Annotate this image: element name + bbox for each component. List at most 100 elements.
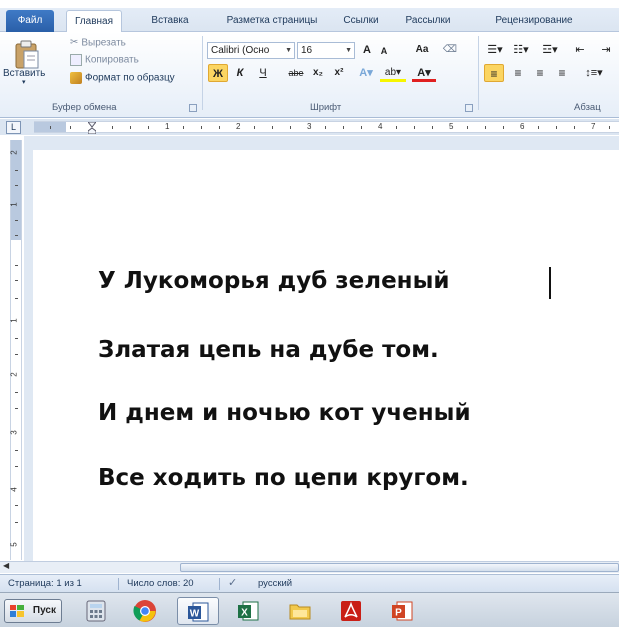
tab-stop-selector[interactable]: L xyxy=(6,121,21,134)
increase-indent-icon[interactable]: ⇥ xyxy=(596,41,616,59)
underline-button[interactable]: Ч xyxy=(255,64,271,82)
document-line[interactable]: Златая цепь на дубе том. xyxy=(98,337,439,363)
word-icon[interactable]: W xyxy=(177,597,219,625)
word-count[interactable]: Число слов: 20 xyxy=(127,578,194,589)
group-divider xyxy=(202,36,203,110)
language-indicator[interactable]: русский xyxy=(258,578,292,589)
vruler-tick xyxy=(15,522,18,523)
numbering-icon[interactable]: ☷▾ xyxy=(510,41,532,59)
ruler-tick xyxy=(201,126,202,129)
document-line[interactable]: Все ходить по цепи кругом. xyxy=(98,465,469,491)
font-name-select[interactable]: Calibri (Осно ▼ xyxy=(207,42,295,59)
vruler-number: 4 xyxy=(9,487,19,492)
vruler-number: 2 xyxy=(9,372,19,377)
strikethrough-button[interactable]: abe xyxy=(285,64,307,82)
ruler-number: 4 xyxy=(378,122,383,131)
document-line[interactable]: И днем и ночью кот ученый xyxy=(98,400,471,426)
group-divider xyxy=(478,36,479,110)
excel-icon[interactable]: X xyxy=(228,597,270,625)
vertical-ruler[interactable]: 2 1 1 2 3 4 5 xyxy=(10,140,22,560)
align-left-icon[interactable]: ≡ xyxy=(484,64,504,82)
chevron-down-icon: ▼ xyxy=(345,47,352,54)
chrome-icon[interactable] xyxy=(125,597,167,625)
superscript-button[interactable]: x² xyxy=(330,64,348,82)
vruler-tick xyxy=(15,338,18,339)
ruler-number: 1 xyxy=(165,122,170,131)
bullets-icon[interactable]: ☰▾ xyxy=(484,41,506,59)
page-count[interactable]: Страница: 1 из 1 xyxy=(8,578,82,589)
ruler-tick xyxy=(396,126,397,129)
pdf-reader-icon[interactable] xyxy=(331,597,373,625)
paste-icon[interactable] xyxy=(14,40,40,70)
status-bar: Страница: 1 из 1 Число слов: 20 ✓ русски… xyxy=(0,574,619,592)
document-line[interactable]: У Лукоморья дуб зеленый xyxy=(98,268,449,294)
subscript-button[interactable]: x₂ xyxy=(309,64,327,82)
align-right-icon[interactable]: ≡ xyxy=(530,64,550,82)
text-effects-icon[interactable]: A▾ xyxy=(354,64,378,82)
italic-button[interactable]: К xyxy=(232,64,248,82)
horizontal-scrollbar[interactable]: ◀ xyxy=(0,561,619,573)
tab-review[interactable]: Рецензирование xyxy=(476,10,592,32)
ruler-tick xyxy=(432,126,433,129)
tab-file[interactable]: Файл xyxy=(6,10,54,32)
calculator-icon[interactable] xyxy=(76,597,118,625)
ruler-number: 6 xyxy=(520,122,525,131)
horizontal-ruler[interactable]: 1 2 3 4 5 6 7 xyxy=(34,121,619,135)
explorer-icon[interactable] xyxy=(280,597,322,625)
tab-mailings[interactable]: Рассылки xyxy=(396,10,460,32)
chevron-down-icon: ▼ xyxy=(285,47,292,54)
align-center-icon[interactable]: ≡ xyxy=(508,64,528,82)
format-painter-icon xyxy=(70,72,82,84)
justify-icon[interactable]: ≡ xyxy=(552,64,572,82)
clipboard-launcher-icon[interactable] xyxy=(189,104,197,112)
ribbon-home: Вставить ▾ ✂ Вырезать Копировать Формат п… xyxy=(0,32,619,118)
powerpoint-icon[interactable]: P xyxy=(382,597,424,625)
font-color-icon[interactable]: A▾ xyxy=(412,64,436,82)
ruler-tick xyxy=(467,126,468,129)
tab-references[interactable]: Ссылки xyxy=(338,10,384,32)
ruler-tick xyxy=(112,126,113,129)
vruler-tick xyxy=(15,235,18,236)
svg-text:W: W xyxy=(190,609,200,620)
vruler-tick xyxy=(15,280,18,281)
ruler-number: 3 xyxy=(307,122,312,131)
font-launcher-icon[interactable] xyxy=(465,104,473,112)
format-painter-button[interactable]: Формат по образцу xyxy=(70,72,175,84)
highlight-color-icon[interactable]: ab▾ xyxy=(380,64,406,82)
svg-text:P: P xyxy=(395,608,402,619)
change-case-button[interactable]: Aa xyxy=(410,41,434,59)
vruler-number: 1 xyxy=(9,202,19,207)
spellcheck-icon[interactable]: ✓ xyxy=(228,576,237,589)
ruler-tick xyxy=(290,126,291,129)
vruler-tick xyxy=(15,265,18,266)
grow-font-button[interactable]: A xyxy=(358,41,376,59)
clear-formatting-icon[interactable]: ⌫ xyxy=(440,41,460,59)
ruler-tick xyxy=(325,126,326,129)
scroll-left-icon[interactable]: ◀ xyxy=(3,561,9,570)
copy-button[interactable]: Копировать xyxy=(70,54,139,66)
line-spacing-icon[interactable]: ↕≡▾ xyxy=(580,64,608,82)
bold-button[interactable]: Ж xyxy=(208,64,228,82)
vruler-number: 1 xyxy=(9,318,19,323)
scrollbar-thumb[interactable] xyxy=(180,563,619,572)
tab-insert[interactable]: Вставка xyxy=(140,10,200,32)
multilevel-list-icon[interactable]: ☲▾ xyxy=(536,41,564,59)
ruler-tick xyxy=(361,126,362,129)
paste-dropdown-icon[interactable]: ▾ xyxy=(22,78,26,86)
cut-button[interactable]: ✂ Вырезать xyxy=(70,37,126,49)
tab-home[interactable]: Главная xyxy=(66,10,122,33)
tab-page-layout[interactable]: Разметка страницы xyxy=(216,10,328,32)
shrink-font-button[interactable]: A xyxy=(376,42,392,60)
indent-marker-icon[interactable] xyxy=(86,121,98,135)
ruler-tick xyxy=(254,126,255,129)
paragraph-group-label: Абзац xyxy=(574,102,601,113)
word-window: Файл Главная Вставка Разметка страницы С… xyxy=(0,0,619,627)
font-size-select[interactable]: 16 ▼ xyxy=(297,42,355,59)
vruler-tick xyxy=(15,185,18,186)
vruler-tick xyxy=(15,298,18,299)
svg-text:X: X xyxy=(241,608,248,619)
decrease-indent-icon[interactable]: ⇤ xyxy=(570,41,590,59)
ruler-tick xyxy=(130,126,131,129)
ruler-number: 7 xyxy=(591,122,596,131)
start-button[interactable]: Пуск xyxy=(4,599,62,623)
